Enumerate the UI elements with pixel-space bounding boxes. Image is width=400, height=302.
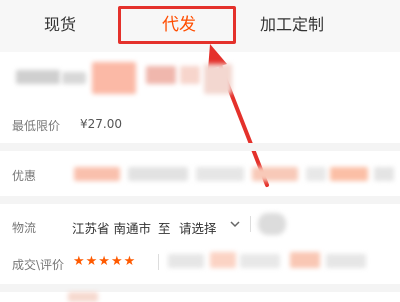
review-blur (168, 254, 204, 268)
product-title-blur (16, 70, 60, 84)
review-blur (326, 254, 366, 268)
price-value: ¥27.00 (80, 117, 122, 131)
promo-blur (252, 167, 298, 181)
promo-blur (330, 167, 368, 181)
product-title-blur (62, 72, 86, 84)
promo-blur (306, 167, 326, 181)
rating-stars: ★★★★★ (73, 254, 137, 269)
promo-blur (128, 167, 188, 181)
review-blur (290, 252, 320, 268)
product-title-blur (180, 66, 200, 84)
promo-blur (74, 167, 120, 181)
logistics-label: 物流 (12, 221, 37, 235)
promo-label: 优惠 (12, 169, 37, 183)
product-title-blur (204, 64, 232, 94)
divider (0, 143, 400, 151)
bottom-blur (68, 292, 98, 302)
vertical-divider (250, 216, 251, 232)
review-blur (240, 254, 280, 268)
promo-blur (374, 167, 394, 181)
divider (0, 196, 400, 204)
product-title-blur (146, 66, 176, 84)
chevron-down-icon[interactable] (228, 216, 242, 230)
review-label: 成交\评价 (12, 258, 65, 272)
price-label: 最低限价 (12, 119, 61, 133)
product-title-blur (92, 62, 136, 94)
logistics-origin: 江苏省 南通市 (72, 221, 151, 236)
logistics-to: 至 (158, 221, 171, 236)
vertical-divider (158, 254, 159, 270)
logistics-blur (258, 213, 286, 235)
review-blur (210, 252, 236, 268)
logistics-select[interactable]: 请选择 (179, 218, 217, 237)
divider (0, 284, 400, 292)
promo-blur (196, 167, 244, 181)
